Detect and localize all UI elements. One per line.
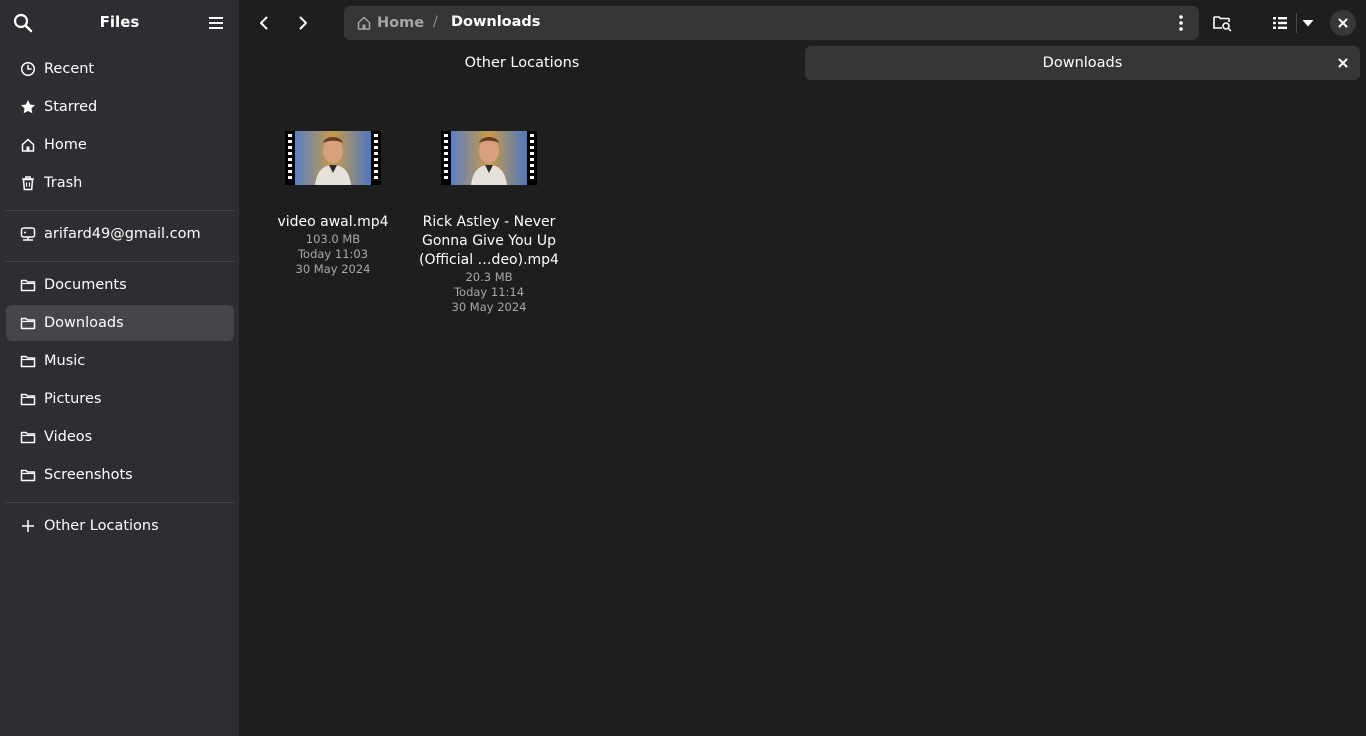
path-bar: Home / Downloads (344, 6, 1199, 40)
close-icon (1338, 18, 1348, 28)
close-icon[interactable] (1336, 56, 1350, 70)
sidebar-item-trash[interactable]: Trash (6, 165, 234, 201)
sidebar-item-label: Trash (44, 175, 83, 191)
file-name: video awal.mp4 (277, 214, 389, 230)
breadcrumb-home[interactable]: Home (356, 6, 424, 40)
sidebar-header: Files (0, 0, 239, 46)
video-thumbnail (441, 131, 537, 185)
sidebar-divider (6, 210, 234, 211)
sidebar-item-label: Screenshots (44, 467, 133, 483)
tab-other-locations[interactable]: Other Locations (241, 46, 803, 80)
sidebar-item-documents[interactable]: Documents (6, 267, 234, 303)
sidebar-item-videos[interactable]: Videos (6, 419, 234, 455)
tab-downloads[interactable]: Downloads (805, 46, 1360, 80)
sidebar-divider (6, 502, 234, 503)
home-icon (356, 15, 372, 31)
sidebar-item-label: Starred (44, 99, 98, 115)
file-date: 30 May 2024 (451, 300, 527, 314)
folder-icon (19, 428, 37, 446)
trash-icon (19, 174, 37, 192)
sidebar-item-other-locations[interactable]: Other Locations (6, 508, 234, 544)
breadcrumb-current[interactable]: Downloads (451, 14, 540, 30)
tab-label: Downloads (1042, 55, 1123, 71)
network-drive-icon (19, 225, 37, 243)
file-item[interactable]: video awal.mp4 103.0 MB Today 11:03 30 M… (263, 120, 403, 277)
chevron-right-icon (299, 16, 307, 30)
forward-button[interactable] (286, 6, 320, 40)
sidebar-item-label: Home (44, 137, 87, 153)
plus-icon (19, 517, 37, 535)
sidebar: Files Recent Starred Home Trash arifard4… (0, 0, 239, 736)
file-time: Today 11:14 (453, 285, 525, 299)
view-options-dropdown-icon[interactable] (1291, 6, 1325, 40)
folder-icon (19, 276, 37, 294)
tab-label: Other Locations (464, 55, 580, 71)
sidebar-item-label: arifard49@gmail.com (44, 226, 201, 242)
sidebar-item-account[interactable]: arifard49@gmail.com (6, 216, 234, 252)
sidebar-item-music[interactable]: Music (6, 343, 234, 379)
app-title: Files (99, 13, 140, 31)
sidebar-item-recent[interactable]: Recent (6, 51, 234, 87)
hamburger-menu-icon[interactable] (205, 12, 227, 34)
breadcrumb-home-label: Home (377, 15, 425, 31)
clock-icon (19, 60, 37, 78)
folder-icon (19, 466, 37, 484)
sidebar-item-label: Recent (44, 61, 95, 77)
sidebar-item-screenshots[interactable]: Screenshots (6, 457, 234, 493)
folder-icon (19, 390, 37, 408)
window-close-button[interactable] (1330, 10, 1356, 36)
sidebar-item-label: Downloads (44, 315, 124, 331)
file-time: Today 11:03 (297, 247, 369, 261)
folder-search-icon[interactable] (1205, 6, 1239, 40)
sidebar-item-label: Other Locations (44, 518, 159, 534)
video-thumbnail (285, 131, 381, 185)
chevron-left-icon (260, 16, 268, 30)
sidebar-item-home[interactable]: Home (6, 127, 234, 163)
sidebar-item-label: Documents (44, 277, 127, 293)
home-icon (19, 136, 37, 154)
folder-icon (19, 352, 37, 370)
file-size: 20.3 MB (465, 270, 513, 284)
file-item[interactable]: Rick Astley - Never Gonna Give You Up (O… (419, 120, 559, 315)
folder-icon (19, 314, 37, 332)
file-size: 103.0 MB (305, 232, 361, 246)
sidebar-item-label: Music (44, 353, 86, 369)
star-icon (19, 98, 37, 116)
sidebar-divider (6, 261, 234, 262)
sidebar-item-pictures[interactable]: Pictures (6, 381, 234, 417)
files-window: Files Recent Starred Home Trash arifard4… (0, 0, 1366, 736)
sidebar-item-starred[interactable]: Starred (6, 89, 234, 125)
file-name: Rick Astley - Never Gonna Give You Up (O… (419, 214, 559, 268)
breadcrumb-separator: / (433, 14, 438, 30)
sidebar-item-downloads[interactable]: Downloads (6, 305, 234, 341)
kebab-menu-icon[interactable] (1167, 6, 1195, 40)
sidebar-item-label: Pictures (44, 391, 102, 407)
back-button[interactable] (247, 6, 281, 40)
file-date: 30 May 2024 (295, 262, 371, 276)
sidebar-item-label: Videos (44, 429, 93, 445)
